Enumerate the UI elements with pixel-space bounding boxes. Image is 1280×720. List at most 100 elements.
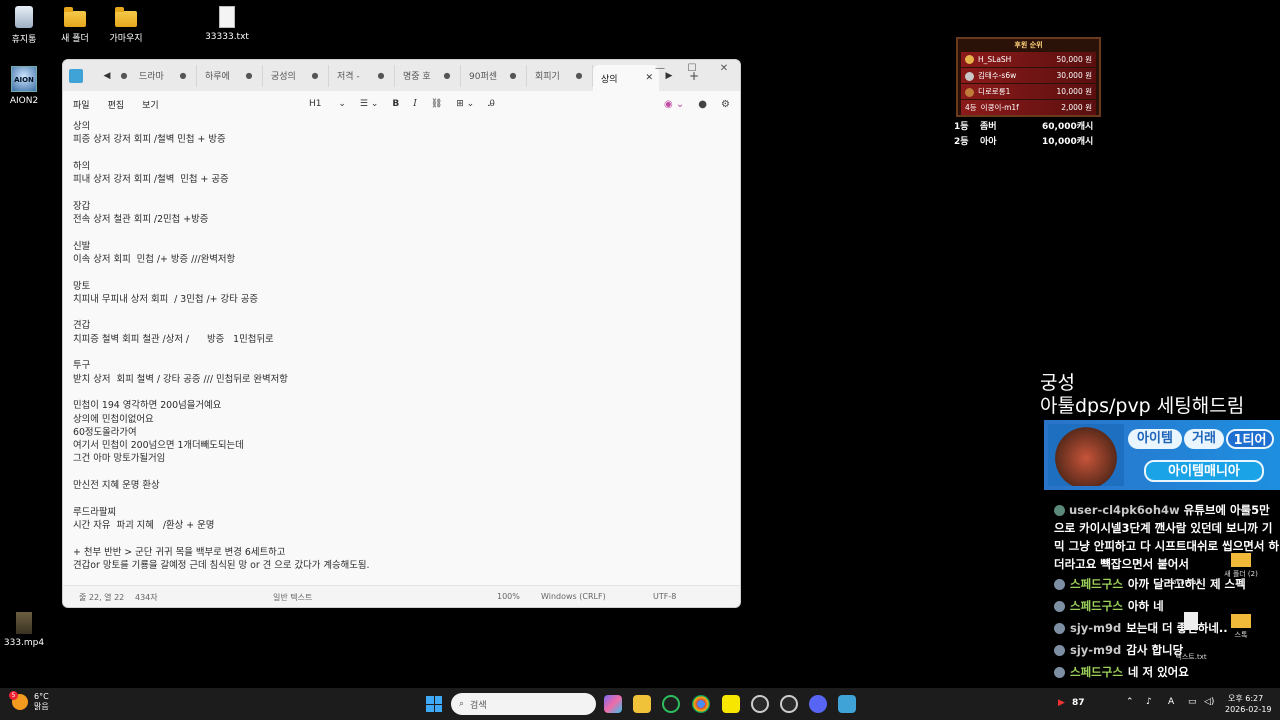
text-line: 망토 (73, 280, 91, 292)
menu-edit[interactable]: 편집 (108, 98, 125, 111)
settings-gear-icon[interactable]: ⚙ (721, 99, 730, 110)
menu-file[interactable]: 파일 (73, 98, 90, 111)
taskbar: 5 6°C 맑음 ⌕ 검색 ▶ 87 ⌃ ♪ A ▭ ◁) 오후 6:27 20… (0, 688, 1280, 720)
bold-button[interactable]: B (392, 99, 399, 109)
text-line: 루드라팔찌 (73, 506, 117, 518)
clock-date[interactable]: 2026-02-19 (1225, 705, 1272, 714)
copilot-icon[interactable]: ◉ ⌄ (664, 99, 684, 110)
taskbar-search[interactable]: ⌕ 검색 (451, 693, 596, 715)
tab-item[interactable]: 궁성의 ● (263, 64, 329, 87)
file-explorer-icon[interactable] (633, 695, 651, 713)
minimize-icon[interactable]: — (644, 60, 676, 80)
cursor-position: 줄 22, 열 22 (79, 593, 125, 602)
text-line (73, 346, 733, 359)
green-app-icon[interactable] (662, 695, 680, 713)
italic-button[interactable]: I (413, 99, 417, 109)
tab-item[interactable]: 드라마 ● (131, 64, 197, 87)
clear-format-icon[interactable]: Ꭿ (488, 99, 495, 109)
text-line: 60정도올라가여 (73, 426, 137, 438)
media-player-icon[interactable] (780, 695, 798, 713)
cormorant-folder-shortcut[interactable]: 가마우지 (96, 6, 156, 44)
search-icon: ⌕ (459, 699, 465, 709)
text-line: 시간 자유 파괴 지혜 /환상 + 운명 (73, 519, 215, 531)
chrome-icon[interactable] (692, 695, 710, 713)
new-folder-2-shortcut[interactable]: 새 폴더 (2) (1216, 553, 1266, 579)
desktop-icon-label: 33333.txt (205, 32, 249, 42)
network-icon[interactable]: ▭ (1188, 697, 1197, 707)
tab-dot-icon: ● (443, 71, 451, 80)
copilot-app-icon[interactable] (604, 695, 622, 713)
volume-icon[interactable]: ◁) (1204, 697, 1214, 707)
character-count: 434자 (135, 593, 158, 602)
kakaotalk-icon[interactable] (722, 695, 740, 713)
line-ending[interactable]: Windows (CRLF) (541, 592, 606, 601)
tab-scroll-left-icon[interactable]: ◀ (97, 71, 117, 81)
text-line: 여기서 민첩이 200넘으면 1개더빼도되는데 (73, 440, 244, 452)
notepad-taskbar-icon[interactable] (838, 695, 856, 713)
text-line (73, 266, 733, 279)
weather-temp: 6°C (34, 692, 49, 701)
text-file-shortcut[interactable]: 33333.txt (197, 6, 257, 42)
text-line: 피증 상저 강저 회피 /철벽 민첩 + 방증 (73, 134, 226, 146)
video-file-shortcut[interactable]: 333.mp4 (0, 612, 54, 648)
zoom-level[interactable]: 100% (497, 592, 520, 601)
rank-row: 1등 좀버 60,000캐시 (954, 122, 1094, 132)
weather-widget[interactable]: 5 6°C 맑음 (9, 691, 49, 712)
donation-row: H_SLaSH 50,000 원 (961, 52, 1096, 67)
text-line (73, 532, 733, 545)
text-line: 상의 (73, 121, 91, 132)
list-dropdown-icon[interactable]: ☰ ⌄ (360, 99, 378, 109)
microphone-icon[interactable]: ♪ (1146, 697, 1152, 707)
overlay-line-1: 궁성 (1040, 372, 1075, 394)
viewer-count: 87 (1072, 698, 1085, 708)
tab-dot-icon: ● (179, 71, 187, 80)
notepad-window: ◀ ● 드라마 ● 하루에 ● 궁성의 ● 저격 - ● 명중 호 ● 90퍼센 ● 회피기… (62, 59, 741, 608)
heading-dropdown[interactable]: H1 ⌄ (309, 99, 346, 109)
encoding[interactable]: UTF-8 (653, 592, 676, 601)
tab-dot-icon: ● (575, 71, 583, 80)
tray-chevron-icon[interactable]: ⌃ (1126, 697, 1134, 707)
tab-item[interactable]: 명중 호 ● (395, 64, 461, 87)
tab-item[interactable]: 하루에 ● (197, 64, 263, 87)
clock-time[interactable]: 오후 6:27 (1228, 693, 1263, 704)
window-controls: — ☐ ✕ (644, 60, 740, 80)
donation-ranking-panel: 후원 순위 H_SLaSH 50,000 원 김태수-s6w 30,000 원 디로… (956, 37, 1101, 117)
weather-desc: 맑음 (34, 702, 49, 711)
toolbar-right: ◉ ⌄ ● ⚙ (650, 91, 730, 117)
aion2-app-icon: AION (11, 66, 37, 92)
discord-icon[interactable] (809, 695, 827, 713)
aion2-shortcut[interactable]: AION AION2 (0, 66, 54, 106)
menu-view[interactable]: 보기 (142, 98, 159, 111)
account-icon[interactable]: ● (698, 99, 707, 110)
start-button[interactable] (426, 696, 442, 712)
youtube-icon: ▶ (1058, 698, 1065, 708)
clock-app-icon[interactable] (751, 695, 769, 713)
folder-icon (64, 7, 86, 27)
ime-indicator[interactable]: A (1168, 697, 1174, 707)
close-icon[interactable]: ✕ (708, 60, 740, 80)
avatar (1054, 644, 1065, 656)
tab-item[interactable]: 회피기 ● (527, 64, 593, 87)
text-file-shortcut-2[interactable]: 텍스트.txt (1166, 612, 1216, 662)
link-icon[interactable]: ⛓ (431, 99, 442, 109)
text-line (73, 306, 733, 319)
tab-item[interactable]: 90퍼센 ● (461, 64, 527, 87)
text-editor[interactable]: 상의 피증 상저 강저 회피 /철벽 민첩 + 방증 하의 피내 상저 강저 회피 /… (73, 120, 733, 572)
avatar (1054, 505, 1065, 516)
notepad-app-icon (69, 68, 83, 83)
text-line: 그건 아마 망토가될거임 (73, 453, 166, 465)
text-line: 민첩이 194 영각하면 200넘을거예요 (73, 400, 222, 412)
avatar (1054, 600, 1065, 612)
text-line (73, 492, 733, 505)
desktop-icon-label: 가마우지 (109, 34, 143, 44)
table-dropdown-icon[interactable]: ⊞ ⌄ (456, 99, 474, 109)
stock-shortcut[interactable]: 스톡 (1216, 614, 1266, 640)
folder-icon (115, 7, 137, 27)
banner-pill: 거래 (1184, 429, 1224, 449)
text-file-icon (1184, 612, 1198, 630)
maximize-icon[interactable]: ☐ (676, 60, 708, 80)
itemmania-banner[interactable]: 아이템 거래 1티어 아이템매니아 (1044, 420, 1280, 490)
kakaotalk-shortcut[interactable]: KakaoTalk (1160, 578, 1210, 586)
donation-row: 디로로롱1 10,000 원 (961, 84, 1096, 99)
tab-item[interactable]: 저격 - ● (329, 64, 395, 87)
